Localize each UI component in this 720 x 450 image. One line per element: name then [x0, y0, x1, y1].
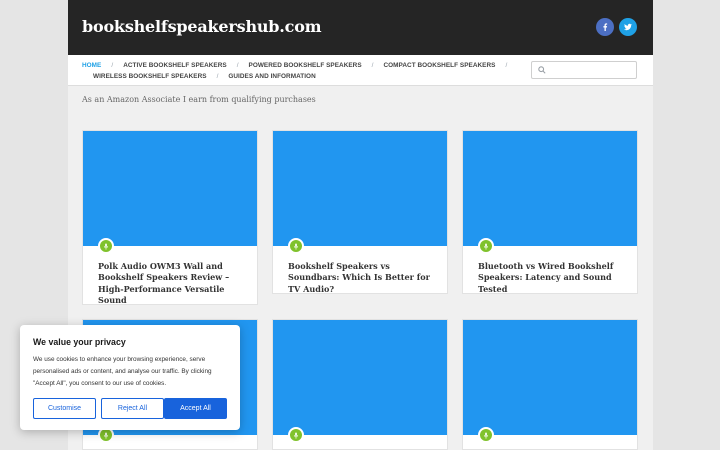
site-header: bookshelfspeakershub.com	[68, 0, 653, 55]
reject-all-button[interactable]: Reject All	[101, 398, 164, 419]
site-title[interactable]: bookshelfspeakershub.com	[82, 17, 322, 36]
accept-all-button[interactable]: Accept All	[164, 398, 227, 419]
post-card[interactable]: Polk Audio OWM3 Wall and Bookshelf Speak…	[82, 130, 258, 305]
search-input[interactable]	[549, 64, 633, 76]
affiliate-disclaimer: As an Amazon Associate I earn from quali…	[82, 95, 316, 104]
post-thumbnail[interactable]	[273, 320, 447, 435]
main-navigation: HOME / ACTIVE BOOKSHELF SPEAKERS / POWER…	[68, 55, 653, 86]
cookie-consent-banner: We value your privacy We use cookies to …	[20, 325, 240, 430]
search-icon	[538, 66, 546, 74]
twitter-button[interactable]	[619, 18, 637, 36]
post-card[interactable]: Bluetooth vs Wired Bookshelf Speakers: L…	[462, 130, 638, 294]
nav-separator: /	[505, 61, 508, 69]
nav-item-compact-bookshelf-speakers[interactable]: COMPACT BOOKSHELF SPEAKERS	[383, 62, 495, 69]
post-format-badge	[288, 238, 304, 254]
post-card[interactable]	[462, 319, 638, 450]
post-thumbnail[interactable]	[463, 131, 637, 246]
post-format-badge	[288, 427, 304, 443]
nav-item-wireless-bookshelf-speakers[interactable]: WIRELESS BOOKSHELF SPEAKERS	[93, 73, 207, 80]
post-format-badge	[478, 427, 494, 443]
post-thumbnail[interactable]	[273, 131, 447, 246]
nav-item-powered-bookshelf-speakers[interactable]: POWERED BOOKSHELF SPEAKERS	[249, 62, 362, 69]
microphone-icon	[483, 431, 489, 439]
post-title[interactable]: Bluetooth vs Wired Bookshelf Speakers: L…	[478, 261, 626, 295]
facebook-icon	[603, 23, 608, 31]
cookie-text: We use cookies to enhance your browsing …	[33, 356, 212, 387]
post-title[interactable]: Bookshelf Speakers vs Soundbars: Which I…	[288, 261, 436, 295]
post-thumbnail[interactable]	[463, 320, 637, 435]
post-thumbnail[interactable]	[83, 131, 257, 246]
customise-button[interactable]: Customise	[33, 398, 96, 419]
post-format-badge	[98, 238, 114, 254]
nav-item-active-bookshelf-speakers[interactable]: ACTIVE BOOKSHELF SPEAKERS	[123, 62, 227, 69]
nav-separator: /	[371, 61, 374, 69]
post-card[interactable]	[272, 319, 448, 450]
twitter-icon	[624, 23, 632, 31]
microphone-icon	[103, 242, 109, 250]
facebook-button[interactable]	[596, 18, 614, 36]
post-card[interactable]: Bookshelf Speakers vs Soundbars: Which I…	[272, 130, 448, 294]
post-format-badge	[478, 238, 494, 254]
nav-item-home[interactable]: HOME	[82, 62, 101, 69]
nav-separator: /	[216, 72, 219, 80]
microphone-icon	[293, 242, 299, 250]
search-box[interactable]	[531, 61, 637, 79]
cookie-title: We value your privacy	[33, 337, 126, 347]
nav-separator: /	[236, 61, 239, 69]
nav-row-2: WIRELESS BOOKSHELF SPEAKERS / GUIDES AND…	[93, 70, 316, 82]
microphone-icon	[483, 242, 489, 250]
nav-separator: /	[111, 61, 114, 69]
nav-item-guides-and-information[interactable]: GUIDES AND INFORMATION	[228, 73, 315, 80]
microphone-icon	[293, 431, 299, 439]
post-title[interactable]: Polk Audio OWM3 Wall and Bookshelf Speak…	[98, 261, 246, 306]
microphone-icon	[103, 431, 109, 439]
